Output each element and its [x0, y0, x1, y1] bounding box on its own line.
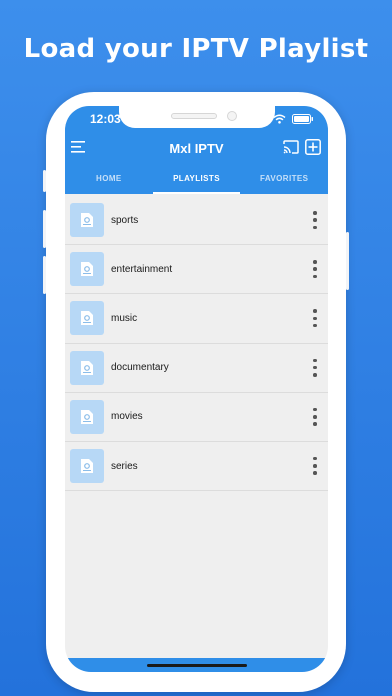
phone-power-button	[346, 232, 349, 290]
status-time: 12:03	[90, 112, 121, 126]
playlist-item-entertainment[interactable]: entertainment	[65, 245, 328, 295]
more-vertical-icon[interactable]	[312, 309, 318, 328]
add-icon[interactable]	[305, 139, 321, 160]
playlist-item-sports[interactable]: sports	[65, 196, 328, 246]
battery-icon	[292, 111, 314, 129]
playlist-label: documentary	[111, 362, 169, 374]
playlist-file-icon	[70, 252, 104, 287]
phone-volume-up	[43, 210, 46, 248]
playlist-label: music	[111, 312, 138, 324]
playlist-label: series	[111, 460, 138, 472]
playlist-label: entertainment	[111, 263, 173, 275]
phone-silent-switch	[43, 170, 46, 192]
app-bar: 12:03 Mxl IPTV HOME PLAYLISTS FAVORITES	[65, 106, 328, 194]
more-vertical-icon[interactable]	[312, 407, 318, 426]
more-vertical-icon[interactable]	[312, 456, 318, 475]
front-camera	[227, 111, 237, 121]
playlist-label: sports	[111, 214, 139, 226]
cast-icon[interactable]	[283, 140, 299, 159]
playlist-item-series[interactable]: series	[65, 442, 328, 492]
playlist-file-icon	[70, 350, 104, 385]
playlist-item-movies[interactable]: movies	[65, 393, 328, 442]
tab-home[interactable]: HOME	[65, 166, 153, 194]
wifi-icon	[273, 111, 286, 129]
playlist-list: sports entertainment music documentary m…	[65, 196, 328, 492]
status-icons	[273, 111, 314, 129]
tab-favorites[interactable]: FAVORITES	[240, 166, 328, 194]
playlist-file-icon	[70, 301, 104, 336]
tab-playlists[interactable]: PLAYLISTS	[152, 166, 241, 194]
playlist-item-documentary[interactable]: documentary	[65, 344, 328, 393]
playlist-file-icon	[70, 203, 104, 238]
tab-bar: HOME PLAYLISTS FAVORITES	[65, 166, 328, 194]
playlist-file-icon	[70, 399, 104, 434]
home-indicator[interactable]	[147, 664, 247, 667]
phone-volume-down	[43, 256, 46, 294]
more-vertical-icon[interactable]	[312, 211, 318, 229]
speaker-grille	[171, 113, 217, 119]
playlist-item-music[interactable]: music	[65, 294, 328, 344]
notch	[119, 106, 275, 128]
more-vertical-icon[interactable]	[312, 260, 318, 279]
playlist-file-icon	[70, 449, 104, 484]
playlist-label: movies	[111, 411, 143, 423]
more-vertical-icon[interactable]	[312, 358, 318, 377]
phone-screen: 12:03 Mxl IPTV HOME PLAYLISTS FAVORITES …	[65, 106, 328, 672]
promo-headline: Load your IPTV Playlist	[23, 34, 369, 64]
